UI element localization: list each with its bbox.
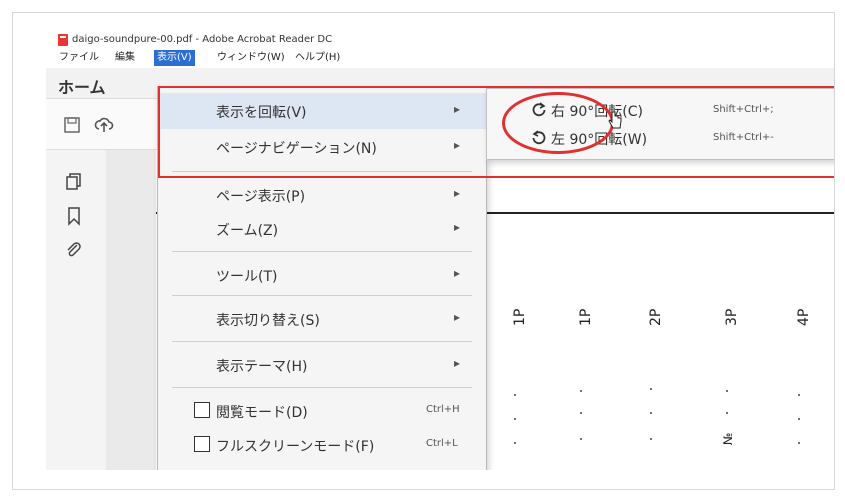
menu-view[interactable]: 表示(V) xyxy=(154,50,195,66)
menu-item-display-theme[interactable]: 表示テーマ(H) ▸ xyxy=(158,347,486,383)
table-dot xyxy=(580,390,582,392)
column-header: 4P xyxy=(796,308,812,326)
save-icon[interactable] xyxy=(62,115,82,135)
menu-separator xyxy=(172,251,472,252)
table-dot xyxy=(650,438,652,440)
menu-file[interactable]: ファイル xyxy=(56,50,102,66)
menu-window[interactable]: ウィンドウ(W) xyxy=(214,50,288,66)
menu-edit[interactable]: 編集 xyxy=(112,50,138,66)
table-dot xyxy=(798,394,800,396)
table-dot xyxy=(514,394,516,396)
acrobat-window: daigo-soundpure-00.pdf - Adobe Acrobat R… xyxy=(46,30,834,470)
gray-gutter xyxy=(106,150,156,470)
hand-pointer-cursor-icon xyxy=(608,111,622,129)
menu-item-show-hide[interactable]: 表示切り替え(S) ▸ xyxy=(158,301,486,337)
table-dot xyxy=(580,438,582,440)
title-bar: daigo-soundpure-00.pdf - Adobe Acrobat R… xyxy=(46,30,834,50)
menu-separator xyxy=(172,295,472,296)
table-dot xyxy=(798,442,800,444)
bookmark-icon[interactable] xyxy=(64,206,84,226)
menu-separator xyxy=(172,387,472,388)
full-screen-icon xyxy=(194,436,210,452)
menu-bar: ファイル 編集 表示(V) ウィンドウ(W) ヘルプ(H) xyxy=(46,50,834,66)
submenu-arrow-icon: ▸ xyxy=(454,186,461,200)
page-thumbnails-icon[interactable] xyxy=(64,172,84,192)
upload-cloud-icon[interactable] xyxy=(94,115,114,135)
menu-separator xyxy=(172,341,472,342)
menu-item-zoom[interactable]: ズーム(Z) ▸ xyxy=(158,211,486,247)
menu-item-read-mode[interactable]: 閲覧モード(D) Ctrl+H xyxy=(158,393,486,429)
highlight-rectangle xyxy=(158,86,834,178)
read-mode-icon xyxy=(194,402,210,418)
table-dot xyxy=(650,388,652,390)
column-header: 3P xyxy=(724,308,740,326)
highlight-ellipse xyxy=(502,92,614,154)
attachment-icon[interactable] xyxy=(64,240,84,260)
submenu-arrow-icon: ▸ xyxy=(454,266,461,280)
table-dot xyxy=(798,418,800,420)
column-header: 1P xyxy=(512,308,528,326)
table-dot xyxy=(580,412,582,414)
left-panel xyxy=(46,150,107,470)
tab-home[interactable]: ホーム xyxy=(58,74,106,98)
menu-item-page-display[interactable]: ページ表示(P) ▸ xyxy=(158,177,486,213)
menu-item-tools[interactable]: ツール(T) ▸ xyxy=(158,257,486,293)
column-header: 1P xyxy=(578,308,594,326)
menu-help[interactable]: ヘルプ(H) xyxy=(292,50,343,66)
submenu-arrow-icon: ▸ xyxy=(454,220,461,234)
number-symbol: № xyxy=(721,432,736,446)
table-dot xyxy=(514,418,516,420)
table-dot xyxy=(650,412,652,414)
window-title: daigo-soundpure-00.pdf - Adobe Acrobat R… xyxy=(72,34,333,45)
column-header: 2P xyxy=(648,308,664,326)
menu-item-full-screen[interactable]: フルスクリーンモード(F) Ctrl+L xyxy=(158,427,486,463)
table-dot xyxy=(726,412,728,414)
submenu-arrow-icon: ▸ xyxy=(454,356,461,370)
table-dot xyxy=(726,390,728,392)
table-dot xyxy=(514,442,516,444)
pdf-icon xyxy=(58,34,68,46)
submenu-arrow-icon: ▸ xyxy=(454,310,461,324)
